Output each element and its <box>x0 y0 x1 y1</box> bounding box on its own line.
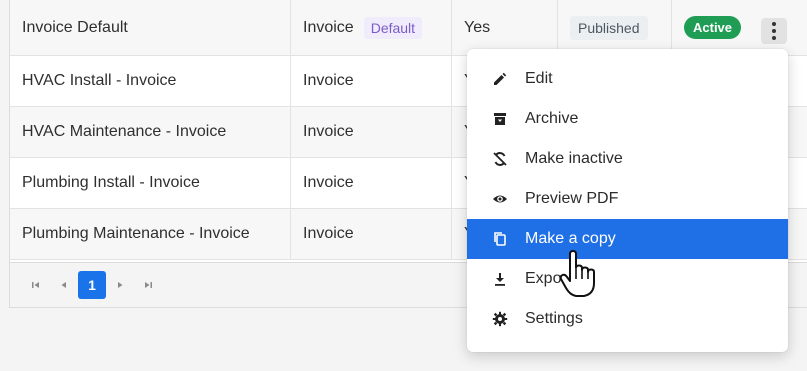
pencil-icon <box>491 70 509 88</box>
menu-item-label: Edit <box>525 70 553 87</box>
table-row[interactable]: Invoice Default Invoice Default Yes Publ… <box>10 0 807 56</box>
menu-item-settings[interactable]: Settings <box>467 299 788 339</box>
type-label: Invoice <box>303 18 354 36</box>
status-badge: Published <box>570 15 648 40</box>
status-cell: Published <box>558 0 672 55</box>
menu-item-make-a-copy[interactable]: Make a copy <box>467 219 788 259</box>
last-page-icon[interactable] <box>134 271 162 299</box>
template-name: Invoice Default <box>10 0 291 55</box>
template-name: Plumbing Maintenance - Invoice <box>10 209 291 259</box>
menu-item-label: Expo <box>525 270 562 287</box>
template-name: Plumbing Install - Invoice <box>10 158 291 208</box>
yes-value: Yes <box>452 0 558 55</box>
menu-item-edit[interactable]: Edit <box>467 59 788 99</box>
next-page-icon[interactable] <box>106 271 134 299</box>
menu-item-preview-pdf[interactable]: Preview PDF <box>467 179 788 219</box>
eye-icon <box>491 190 509 208</box>
menu-item-label: Settings <box>525 310 583 327</box>
download-icon <box>491 270 509 288</box>
menu-item-label: Make a copy <box>525 230 616 247</box>
template-type: Invoice <box>291 56 452 106</box>
template-type: Invoice Default <box>291 0 452 55</box>
sync-disabled-icon <box>491 150 509 168</box>
copy-icon <box>491 230 509 248</box>
menu-item-export[interactable]: Expo <box>467 259 788 299</box>
archive-icon <box>491 110 509 128</box>
template-type: Invoice <box>291 209 452 259</box>
menu-item-make-inactive[interactable]: Make inactive <box>467 139 788 179</box>
first-page-icon[interactable] <box>22 271 50 299</box>
active-badge: Active <box>684 16 742 39</box>
default-tag: Default <box>363 16 423 39</box>
template-type: Invoice <box>291 158 452 208</box>
gear-icon <box>491 310 509 328</box>
prev-page-icon[interactable] <box>50 271 78 299</box>
template-name: HVAC Install - Invoice <box>10 56 291 106</box>
page-number-current[interactable]: 1 <box>78 271 106 299</box>
menu-item-label: Archive <box>525 110 579 127</box>
template-name: HVAC Maintenance - Invoice <box>10 107 291 157</box>
menu-item-archive[interactable]: Archive <box>467 99 788 139</box>
menu-item-label: Make inactive <box>525 150 623 167</box>
template-type: Invoice <box>291 107 452 157</box>
menu-item-label: Preview PDF <box>525 190 619 207</box>
row-actions-menu: Edit Archive Make inactive Preview PDF M… <box>467 49 788 352</box>
more-actions-button[interactable] <box>761 18 787 44</box>
